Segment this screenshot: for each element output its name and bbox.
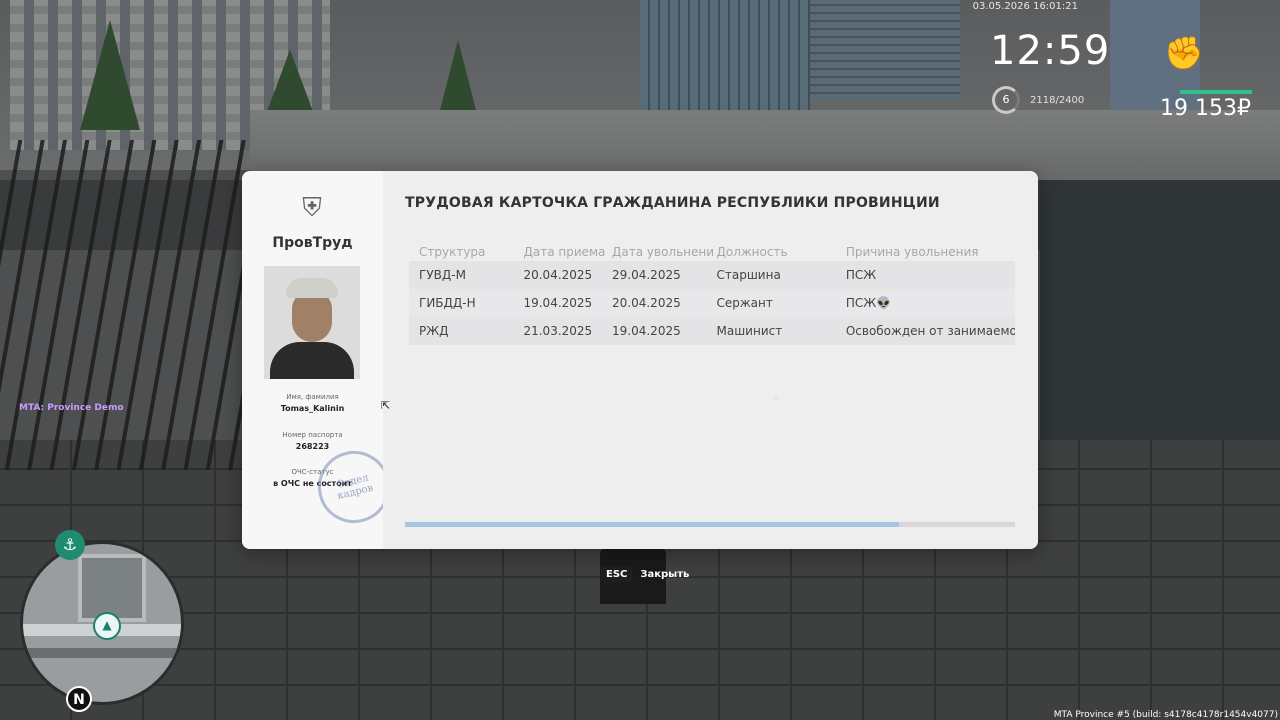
passport-caption: Номер паспорта	[282, 431, 343, 439]
cell-structure: ГУВД-М	[419, 268, 466, 282]
server-label: MTA: Province Demo	[19, 403, 124, 413]
minimap-building	[78, 554, 146, 622]
card-content: ТРУДОВАЯ КАРТОЧКА ГРАЖДАНИНА РЕСПУБЛИКИ …	[383, 171, 1038, 549]
north-indicator: N	[66, 686, 92, 712]
build-label: MTA Province #5 (build: s4178c4178r1454v…	[1053, 710, 1278, 720]
cell-reason: ПСЖ👽	[845, 296, 892, 310]
close-label[interactable]: Закрыть	[640, 569, 689, 580]
emblem-icon: ⛨	[302, 193, 322, 223]
cell-hire-date: 20.04.2025	[523, 268, 593, 282]
scroll-progress-fill	[405, 522, 900, 527]
citizen-name: Tomas_Kalinin	[280, 404, 345, 413]
card-title: ТРУДОВАЯ КАРТОЧКА ГРАЖДАНИНА РЕСПУБЛИКИ …	[405, 195, 940, 211]
cell-position: Сержант	[716, 296, 773, 310]
brand-title: ПровТруд	[272, 235, 353, 251]
cell-hire-date: 19.04.2025	[523, 296, 593, 310]
skyscraper	[810, 0, 960, 100]
close-hint[interactable]: ESC Закрыть	[601, 566, 689, 583]
health-bar	[1180, 90, 1252, 94]
passport-number: 268223	[295, 442, 330, 451]
esc-key[interactable]: ESC	[601, 566, 633, 583]
cell-fire-date: 19.04.2025	[612, 324, 681, 338]
cell-position: Машинист	[716, 324, 783, 338]
scroll-progress-bar[interactable]	[405, 522, 1015, 527]
citizen-photo	[264, 266, 360, 379]
tree	[440, 40, 476, 110]
column-header: Причина увольнения	[845, 245, 979, 259]
tree	[80, 20, 140, 130]
minimap: ▲	[20, 541, 184, 705]
cell-fire-date: 20.04.2025	[612, 296, 681, 310]
cell-hire-date: 21.03.2025	[523, 324, 593, 338]
mouse-cursor-icon: ⇱	[381, 399, 391, 412]
cell-reason: ПСЖ	[845, 268, 877, 282]
skyscraper	[640, 0, 810, 110]
column-header: Структура	[419, 245, 486, 259]
cell-structure: РЖД	[419, 324, 449, 338]
table-row: ГУВД-М 20.04.2025 29.04.2025 Старшина ПС…	[409, 261, 1015, 289]
hud-level-ring: 6	[992, 86, 1020, 114]
cell-structure: ГИБДД-Н	[419, 296, 476, 310]
column-header: Должность	[716, 245, 788, 259]
card-sidebar: ⛨ ПровТруд Имя, фамилия Tomas_Kalinin Но…	[242, 171, 398, 549]
iron-fence	[0, 140, 250, 470]
column-header: Дата увольнени	[612, 245, 715, 259]
anchor-icon: ⚓	[55, 530, 85, 560]
table-row: РЖД 21.03.2025 19.04.2025 Машинист Освоб…	[409, 317, 1015, 345]
cell-reason: Освобожден от занимаемой	[845, 324, 1015, 338]
minimap-road	[23, 648, 181, 658]
player-marker-icon: ▲	[93, 612, 121, 640]
fist-icon: ✊	[1164, 34, 1204, 72]
hud-clock: 12:59	[990, 28, 1111, 74]
hud-experience: 2118/2400	[1030, 95, 1085, 106]
cell-position: Старшина	[716, 268, 781, 282]
work-card-dialog: ⛨ ПровТруд Имя, фамилия Tomas_Kalinin Но…	[242, 171, 1038, 549]
table-row: ГИБДД-Н 19.04.2025 20.04.2025 Сержант ПС…	[409, 289, 1015, 317]
employment-table: Структура Дата приема Дата увольнени Дол…	[409, 243, 1015, 345]
cell-fire-date: 29.04.2025	[612, 268, 681, 282]
table-header: Структура Дата приема Дата увольнени Дол…	[409, 243, 1015, 261]
name-caption: Имя, фамилия	[286, 393, 339, 401]
hud-datetime: 03.05.2026 16:01:21	[972, 1, 1078, 12]
hud-money: 19 153₽	[1160, 96, 1251, 121]
column-header: Дата приема	[523, 245, 606, 259]
